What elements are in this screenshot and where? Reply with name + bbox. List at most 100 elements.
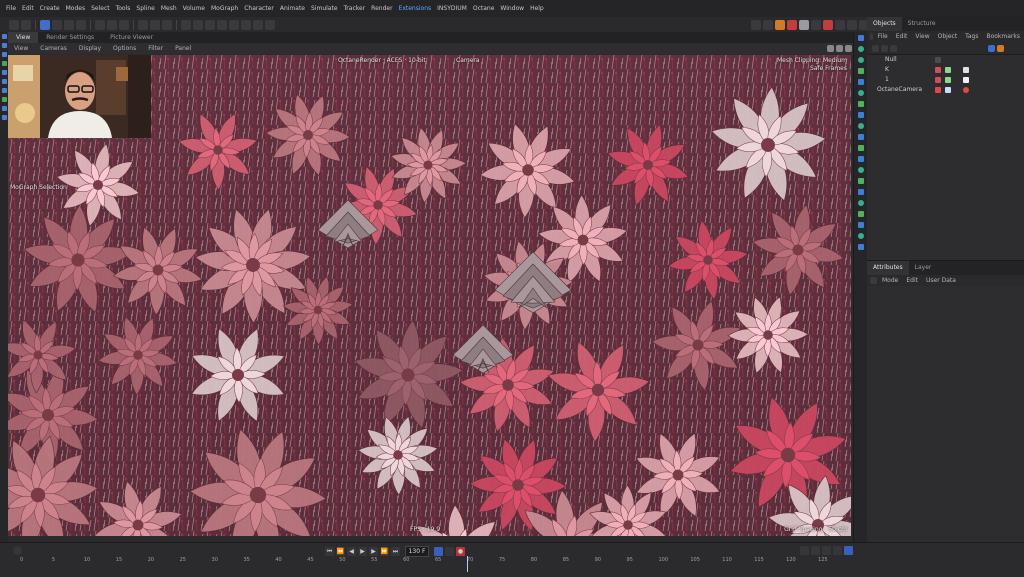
move-tool-icon[interactable] <box>52 19 62 30</box>
color-tag-icon[interactable] <box>935 67 941 73</box>
view-layout-icon[interactable] <box>857 35 864 41</box>
live-viewer-icon[interactable] <box>787 19 797 30</box>
character-icon[interactable] <box>857 211 864 217</box>
next-frame-icon[interactable]: ▶ <box>369 547 378 556</box>
render-view-icon[interactable] <box>138 19 148 30</box>
render-region-icon[interactable] <box>857 90 864 96</box>
menu-volume[interactable]: Volume <box>180 0 208 17</box>
environment-icon[interactable] <box>857 156 864 162</box>
home-icon[interactable] <box>890 44 897 52</box>
checkmark-icon[interactable] <box>945 67 951 73</box>
layers-icon[interactable] <box>857 79 864 85</box>
search-icon[interactable] <box>881 44 888 52</box>
current-frame-field[interactable]: 130 F <box>405 546 429 557</box>
menu-file[interactable]: File <box>3 0 19 17</box>
chevron-right-icon[interactable] <box>763 19 773 30</box>
record-icon[interactable]: ● <box>456 547 465 556</box>
axis-mode-icon[interactable] <box>1 79 7 84</box>
y-axis-icon[interactable] <box>107 19 117 30</box>
polygons-mode-icon[interactable] <box>1 52 7 57</box>
chevron-left-icon[interactable] <box>751 19 761 30</box>
octane-camera-tag-icon[interactable] <box>963 87 969 93</box>
spline-icon[interactable] <box>857 134 864 140</box>
particles-icon[interactable] <box>857 189 864 195</box>
key-pla-icon[interactable] <box>844 546 853 555</box>
menu-render[interactable]: Render <box>368 0 395 17</box>
points-mode-icon[interactable] <box>1 34 7 39</box>
color-tag-icon[interactable] <box>935 77 941 83</box>
menu-modes[interactable]: Modes <box>63 0 88 17</box>
tag-icon[interactable] <box>857 68 864 74</box>
menu-insydium[interactable]: INSYDIUM <box>434 0 470 17</box>
scene-icon[interactable] <box>857 167 864 173</box>
scale-tool-icon[interactable] <box>64 19 74 30</box>
color-tag-icon[interactable] <box>935 87 941 93</box>
viewport-menu-panel[interactable]: Panel <box>169 43 197 54</box>
z-axis-icon[interactable] <box>119 19 129 30</box>
next-key-icon[interactable]: ⏩ <box>380 547 389 556</box>
tab-view[interactable]: View <box>8 32 39 43</box>
material-icon[interactable] <box>857 57 864 63</box>
tweak-mode-icon[interactable] <box>1 115 7 120</box>
menu-animate[interactable]: Animate <box>277 0 308 17</box>
objects-menu-file[interactable]: File <box>874 31 892 42</box>
pen-icon[interactable] <box>193 19 203 30</box>
menu-mesh[interactable]: Mesh <box>158 0 180 17</box>
attributes-menu-mode[interactable]: Mode <box>878 275 902 286</box>
tab-render-settings[interactable]: Render Settings <box>38 32 102 43</box>
redo-icon[interactable] <box>21 19 31 30</box>
menu-tools[interactable]: Tools <box>113 0 134 17</box>
go-to-start-icon[interactable]: ⏮ <box>325 547 334 556</box>
menu-select[interactable]: Select <box>88 0 113 17</box>
deformer-icon[interactable] <box>229 19 239 30</box>
new-layer-icon[interactable] <box>997 44 1004 52</box>
menu-help[interactable]: Help <box>527 0 547 17</box>
snapping-icon[interactable] <box>1 88 7 93</box>
tab-layer[interactable]: Layer <box>909 261 938 275</box>
play-tag-icon[interactable] <box>963 67 969 73</box>
key-param-icon[interactable] <box>833 546 842 555</box>
camera-icon[interactable] <box>253 19 263 30</box>
layout-icon[interactable] <box>799 19 809 30</box>
rotate-tool-icon[interactable] <box>76 19 86 30</box>
attributes-menu-user-data[interactable]: User Data <box>922 275 960 286</box>
objects-menu-view[interactable]: View <box>911 31 933 42</box>
x-axis-icon[interactable] <box>95 19 105 30</box>
key-rotation-icon[interactable] <box>811 546 820 555</box>
menu-octane[interactable]: Octane <box>470 0 498 17</box>
playhead[interactable] <box>466 556 468 572</box>
snap-icon[interactable] <box>847 19 857 30</box>
menu-character[interactable]: Character <box>241 0 277 17</box>
cloner-icon[interactable] <box>217 19 227 30</box>
model-mode-icon[interactable] <box>1 61 7 66</box>
viewport-menu-cameras[interactable]: Cameras <box>34 43 73 54</box>
cube-icon[interactable] <box>181 19 191 30</box>
texture-mode-icon[interactable] <box>1 70 7 75</box>
filter-icon[interactable] <box>872 44 879 52</box>
layer-tag-icon[interactable] <box>935 57 941 63</box>
edges-mode-icon[interactable] <box>1 43 7 48</box>
menu-mograph[interactable]: MoGraph <box>208 0 241 17</box>
camera-tag-icon[interactable] <box>945 87 951 93</box>
objects-menu-edit[interactable]: Edit <box>892 31 912 42</box>
rotate-view-icon[interactable] <box>845 45 852 52</box>
render-settings-icon[interactable] <box>162 19 172 30</box>
hair-icon[interactable] <box>857 123 864 129</box>
solo-icon[interactable] <box>1 97 7 102</box>
viewport-menu-filter[interactable]: Filter <box>142 43 169 54</box>
menu-edit[interactable]: Edit <box>19 0 37 17</box>
menu-extensions[interactable]: Extensions <box>396 0 435 17</box>
select-tool-icon[interactable] <box>40 19 50 30</box>
tab-picture-viewer[interactable]: Picture Viewer <box>102 32 161 43</box>
keyframe-icon[interactable] <box>445 547 454 556</box>
viewport-menu-options[interactable]: Options <box>107 43 142 54</box>
previous-key-icon[interactable]: ⏪ <box>336 547 345 556</box>
generator-icon[interactable] <box>857 145 864 151</box>
record-icon[interactable] <box>823 19 833 30</box>
undo-icon[interactable] <box>9 19 19 30</box>
material-tag-icon[interactable] <box>963 77 969 83</box>
objects-menu-tags[interactable]: Tags <box>961 31 982 42</box>
object-row-null[interactable]: Null <box>867 55 1024 65</box>
play-icon[interactable]: ▶ <box>358 547 367 556</box>
previous-frame-icon[interactable]: ◀ <box>347 547 356 556</box>
